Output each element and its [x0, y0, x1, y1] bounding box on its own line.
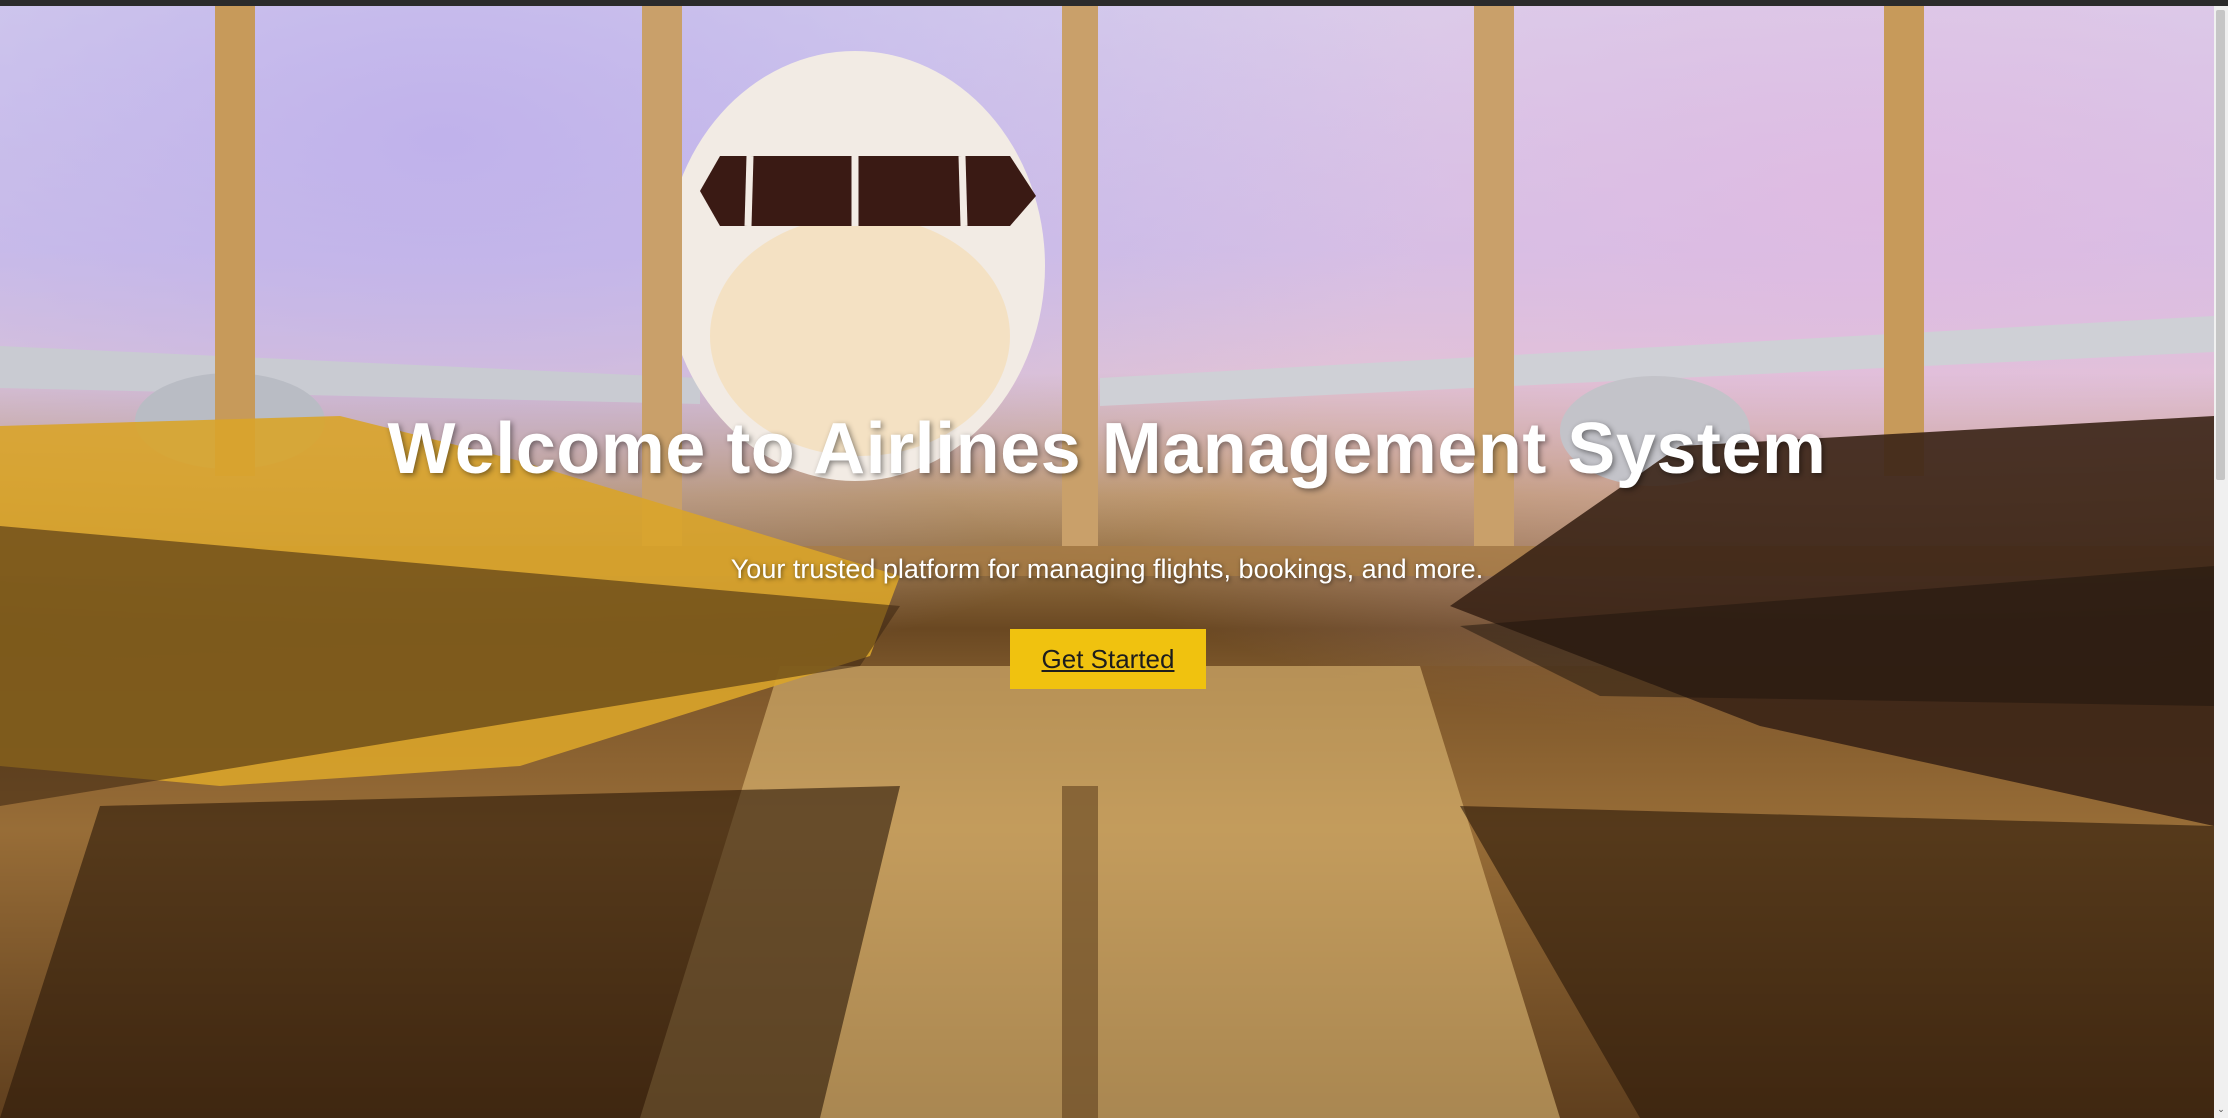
scrollbar-thumb[interactable] — [2216, 10, 2225, 480]
floor-reflection-left — [0, 786, 900, 1118]
left-wing — [0, 346, 700, 404]
hero-subtitle: Your trusted platform for managing fligh… — [730, 554, 1484, 584]
hero-section: Welcome to Airlines Management System Yo… — [0, 6, 2214, 1118]
window-pillar — [1884, 6, 1924, 476]
hero-title: Welcome to Airlines Management System — [387, 409, 1827, 489]
window-pillar — [215, 6, 255, 476]
scroll-down-arrow-icon[interactable]: ⌄ — [2214, 1102, 2228, 1116]
get-started-button[interactable]: Get Started — [1010, 629, 1206, 689]
